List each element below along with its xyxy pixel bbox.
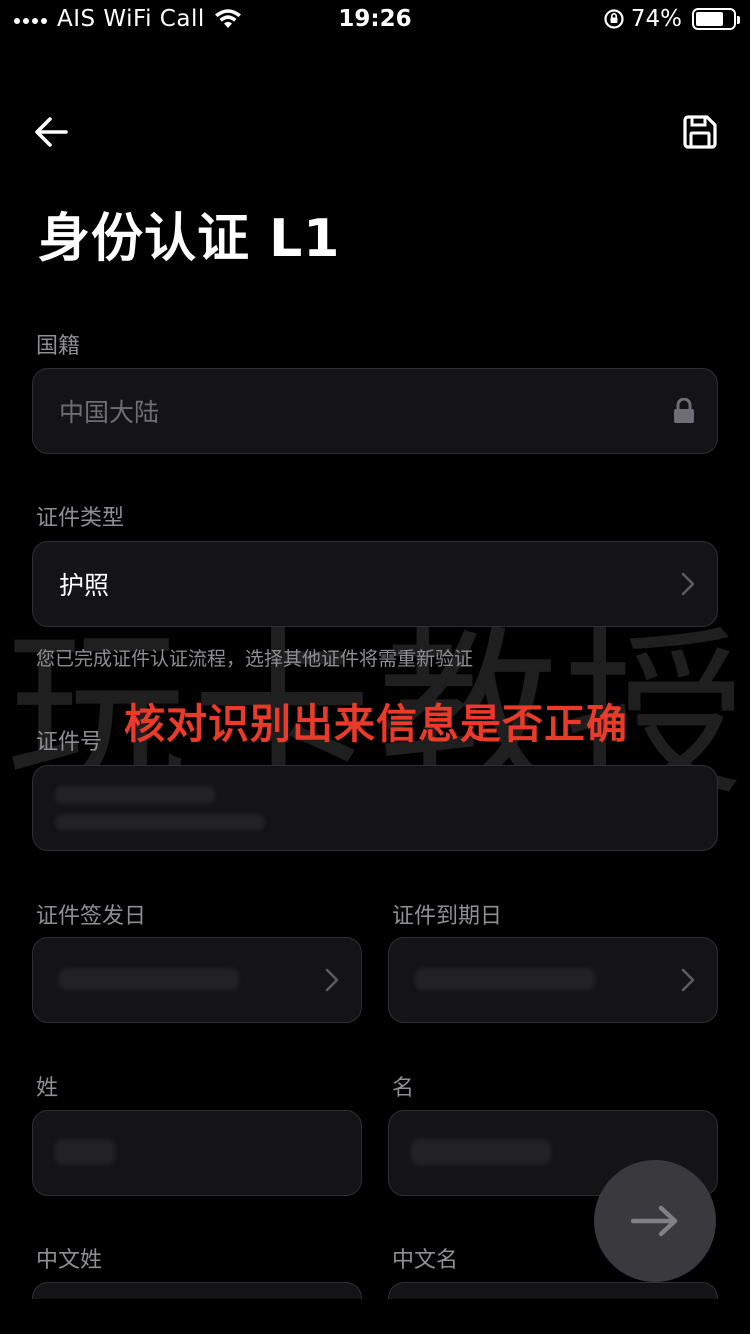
chevron-right-icon xyxy=(325,968,339,992)
issue-date-label: 证件签发日 xyxy=(36,904,147,929)
save-button[interactable] xyxy=(680,112,720,152)
status-right: 74% xyxy=(603,6,740,32)
id-number-input[interactable] xyxy=(32,765,718,851)
redacted-value xyxy=(59,968,239,990)
status-bar: AIS WiFi Call 19:26 74% xyxy=(0,0,750,40)
battery-icon xyxy=(692,8,740,30)
surname-input[interactable] xyxy=(32,1110,362,1196)
battery-fill xyxy=(696,12,723,26)
next-button[interactable] xyxy=(594,1160,716,1282)
page-title: 身份认证 L1 xyxy=(38,209,341,269)
cn-surname-input[interactable] xyxy=(32,1282,362,1299)
id-number-label: 证件号 xyxy=(36,730,103,755)
save-icon xyxy=(683,115,717,149)
redacted-value xyxy=(55,814,265,830)
orientation-lock-icon xyxy=(604,9,624,29)
chevron-right-icon xyxy=(681,572,695,596)
issue-date-select[interactable] xyxy=(32,937,362,1023)
id-type-select[interactable]: 护照 xyxy=(32,541,718,627)
cn-given-name-label: 中文名 xyxy=(392,1248,459,1273)
redacted-value xyxy=(411,1139,551,1165)
expiry-date-select[interactable] xyxy=(388,937,718,1023)
id-type-value: 护照 xyxy=(59,571,110,600)
cn-given-name-input[interactable] xyxy=(388,1282,718,1299)
id-type-label: 证件类型 xyxy=(36,506,125,531)
back-button[interactable] xyxy=(30,112,74,152)
back-arrow-icon xyxy=(35,117,68,147)
arrow-right-icon xyxy=(630,1205,678,1237)
redacted-value xyxy=(55,786,215,804)
chevron-right-icon xyxy=(681,968,695,992)
expiry-date-label: 证件到期日 xyxy=(392,904,503,929)
id-type-hint: 您已完成证件认证流程，选择其他证件将需重新验证 xyxy=(36,648,474,670)
redacted-value xyxy=(55,1139,115,1165)
given-name-label: 名 xyxy=(392,1076,415,1101)
cn-surname-label: 中文姓 xyxy=(36,1248,103,1273)
surname-label: 姓 xyxy=(36,1076,59,1101)
nationality-label: 国籍 xyxy=(36,334,81,359)
lock-icon xyxy=(674,398,694,423)
battery-percent: 74% xyxy=(630,6,682,32)
nationality-field: 中国大陆 xyxy=(32,368,718,454)
annotation-text: 核对识别出来信息是否正确 xyxy=(124,700,628,748)
nationality-value: 中国大陆 xyxy=(59,398,160,427)
redacted-value xyxy=(415,968,595,990)
